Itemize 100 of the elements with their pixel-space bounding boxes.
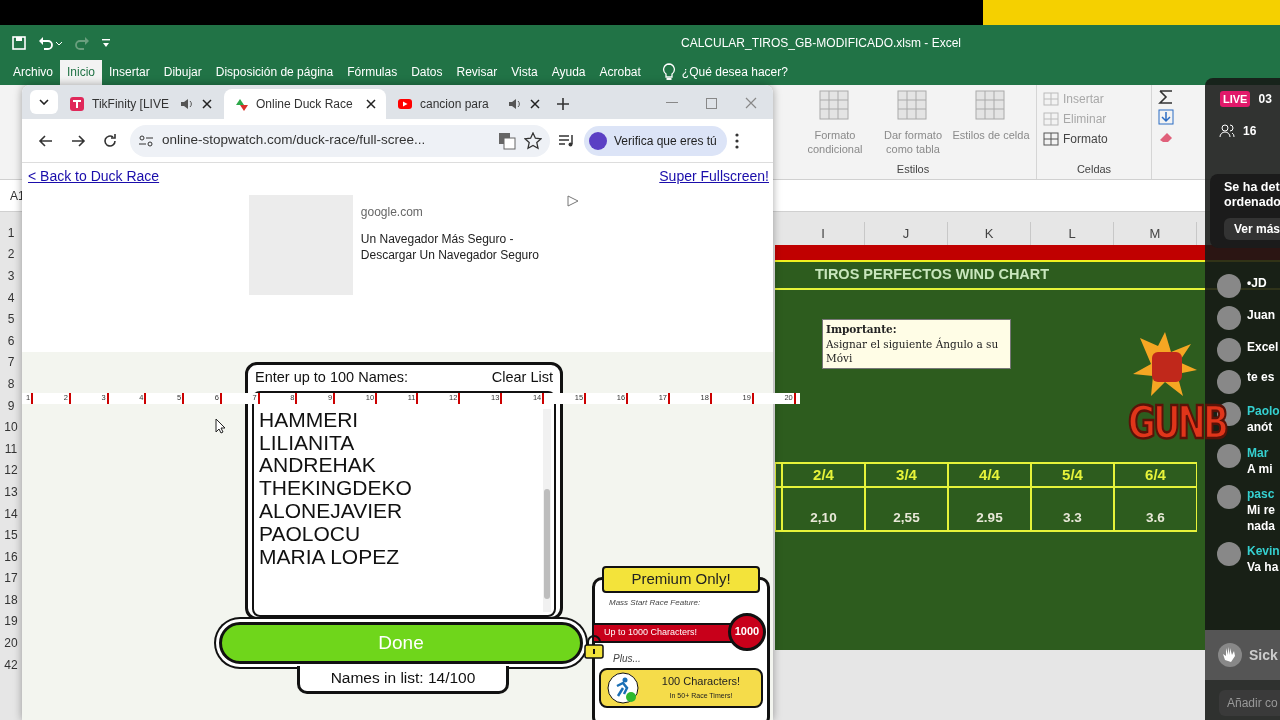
close-icon[interactable] <box>366 99 376 109</box>
menu-tab[interactable]: Disposición de página <box>208 60 341 85</box>
username: Excel <box>1247 339 1279 356</box>
group-label: Estilos <box>895 161 931 177</box>
search-hint[interactable]: ¿Qué desea hacer? <box>681 63 788 81</box>
value-badge: 1000 <box>728 612 766 651</box>
chat-input[interactable]: Añadir co <box>1219 690 1280 716</box>
menu-tab[interactable]: Revisar <box>449 60 505 85</box>
menu-tab[interactable]: Insertar <box>102 60 157 85</box>
fullscreen-link[interactable]: Super Fullscreen! <box>659 166 769 187</box>
menu-icon[interactable] <box>734 132 739 149</box>
browser-tab[interactable]: TikFinity [LIVE <box>60 89 222 119</box>
avatar-icon <box>588 130 608 151</box>
ribbon-button[interactable]: Formato <box>1043 129 1145 149</box>
table-cell: 3.6 <box>1114 488 1197 532</box>
ad-choices-icon[interactable] <box>567 195 579 207</box>
username: Juan <box>1247 307 1275 324</box>
customize-icon[interactable] <box>102 37 110 48</box>
notification-text: Se ha det ordenado <box>1224 180 1280 210</box>
address-bar[interactable]: online-stopwatch.com/duck-race/full-scree... <box>130 124 550 157</box>
row-number: 14 <box>3 505 19 523</box>
avatar <box>1217 306 1241 330</box>
media-controls-icon[interactable] <box>558 132 576 149</box>
chat-message: Mi re nada <box>1247 503 1275 535</box>
favicon-icon <box>70 97 84 111</box>
game-logo: GUNB <box>1128 399 1226 445</box>
card-title: 100 Characters! <box>660 675 742 688</box>
row-number: 20 <box>3 635 19 653</box>
table-cell: 6/4 <box>1114 462 1197 488</box>
back-icon[interactable] <box>38 132 54 149</box>
ad-text[interactable]: Un Navegador Más Seguro - Descargar Un Navegador Seguro <box>360 231 559 264</box>
chat-message: anót <box>1247 420 1274 436</box>
row-number: 5 <box>6 311 16 329</box>
names-count: Names in list: 14/100 <box>297 666 509 694</box>
menu-tab[interactable]: Ayuda <box>544 60 593 85</box>
ribbon-button[interactable]: Estilos de celda <box>952 89 1030 157</box>
menu-tab[interactable]: Fórmulas <box>340 60 405 85</box>
menu-tab[interactable]: Acrobat <box>592 60 648 85</box>
ribbon-button[interactable]: Formato condicional <box>796 89 874 157</box>
row-number: 2 <box>6 246 16 264</box>
reload-icon[interactable] <box>102 132 118 149</box>
see-more-button[interactable]: Ver más <box>1224 218 1280 241</box>
table-cell: 3/4 <box>865 462 948 488</box>
live-time: 03 <box>1258 91 1272 108</box>
row-number: 11 <box>3 440 19 458</box>
username: Kevin <box>1247 543 1280 561</box>
close-icon[interactable] <box>530 99 540 109</box>
name-entry: THEKINGDEKO <box>259 477 413 500</box>
row-number: 18 <box>3 591 19 609</box>
browser-tab[interactable]: cancion para <box>388 89 550 119</box>
clear-list-button[interactable]: Clear List <box>491 367 553 389</box>
feature-label: Mass Start Race Feature: <box>608 596 702 609</box>
row-number: 10 <box>3 419 19 437</box>
undo-icon[interactable] <box>38 35 62 50</box>
cursor-icon <box>215 418 227 434</box>
browser-tab[interactable]: Online Duck Race <box>224 89 386 119</box>
avatar <box>1217 443 1241 468</box>
lightbulb-icon <box>661 63 676 81</box>
scrollbar[interactable] <box>543 408 551 612</box>
back-link[interactable]: < Back to Duck Race <box>28 166 160 187</box>
cells-icon <box>1043 132 1059 146</box>
profile-button[interactable]: Verifica que eres tú <box>584 125 727 156</box>
menu-tab[interactable]: Inicio <box>60 60 103 85</box>
premium-title: Premium Only! <box>602 566 760 593</box>
row-number: 9 <box>6 397 16 415</box>
ribbon-button[interactable]: Dar formato como tabla <box>874 89 952 157</box>
speaker-icon[interactable] <box>508 98 522 110</box>
fill-down-icon[interactable] <box>1158 109 1174 125</box>
cells-icon <box>1043 112 1059 126</box>
sheet-title: TIROS PERFECTOS WIND CHART <box>815 265 1050 285</box>
star-icon[interactable] <box>524 131 542 150</box>
favicon-icon <box>234 97 248 111</box>
row-number: 4 <box>6 289 16 307</box>
row-number: 1 <box>6 224 16 242</box>
menu-tab[interactable]: Dibujar <box>156 60 209 85</box>
close-icon[interactable] <box>202 99 212 109</box>
table-cell: 2.95 <box>948 488 1031 532</box>
speaker-icon[interactable] <box>180 98 194 110</box>
avatar <box>1217 338 1241 362</box>
tab-list-button[interactable] <box>30 90 58 114</box>
sum-icon[interactable] <box>1158 89 1174 105</box>
dialog-heading: Enter up to 100 Names: <box>255 368 409 387</box>
save-icon[interactable] <box>12 35 26 50</box>
table-cell: 3.3 <box>1031 488 1114 532</box>
table-cell: 2,55 <box>865 488 948 532</box>
redo-icon <box>74 35 90 50</box>
menu-tab[interactable]: Datos <box>404 60 450 85</box>
maximize-icon[interactable] <box>706 97 717 109</box>
menu-tab[interactable]: Vista <box>504 60 545 85</box>
username: Paolo <box>1247 403 1280 420</box>
avatar <box>1217 542 1241 567</box>
site-settings-icon[interactable] <box>138 133 154 148</box>
forward-icon[interactable] <box>70 132 86 149</box>
table-cell: 4/4 <box>948 462 1031 488</box>
runner-icon <box>607 671 639 704</box>
minimize-icon[interactable] <box>666 102 678 104</box>
row-number: 15 <box>3 527 19 545</box>
menu-tab[interactable]: Archivo <box>6 60 60 85</box>
table-cell: 2/4 <box>782 462 865 488</box>
live-badge: LIVE <box>1220 90 1251 108</box>
